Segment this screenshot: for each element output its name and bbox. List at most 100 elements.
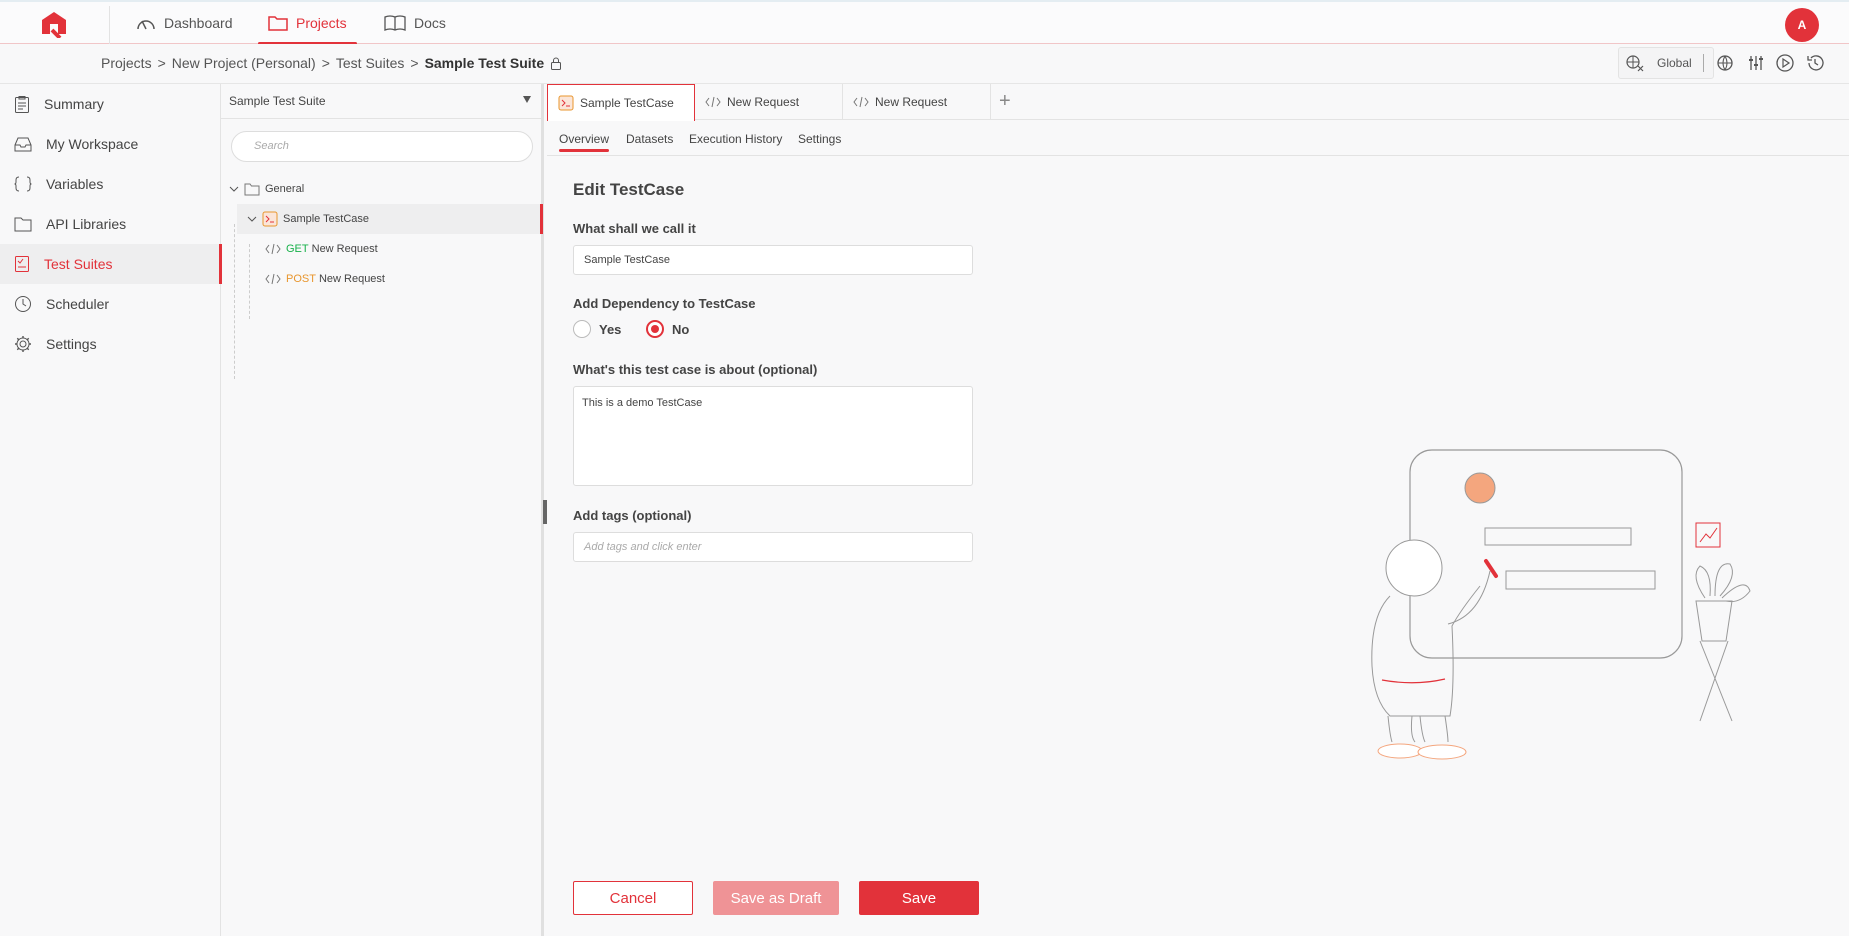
subtab-datasets[interactable]: Datasets xyxy=(626,132,673,146)
tab-label: New Request xyxy=(875,95,948,109)
braces-icon xyxy=(14,176,32,192)
play-icon[interactable] xyxy=(1775,53,1795,73)
description-textarea[interactable]: This is a demo TestCase xyxy=(573,386,973,486)
code-icon xyxy=(265,273,281,285)
sidebar-item-label: Variables xyxy=(46,176,104,192)
tags-label: Add tags (optional) xyxy=(573,508,692,523)
tree-testcase[interactable]: Sample TestCase xyxy=(247,209,369,229)
sidebar: Summary My Workspace Variables API Libra… xyxy=(0,84,222,936)
suite-selector[interactable]: Sample Test Suite xyxy=(221,84,541,119)
clipboard-icon xyxy=(15,96,29,113)
tree-guide xyxy=(249,244,250,319)
tree-folder-label: General xyxy=(265,183,305,195)
subtab-settings[interactable]: Settings xyxy=(798,132,841,146)
name-label: What shall we call it xyxy=(573,221,696,236)
app-logo-icon[interactable] xyxy=(38,10,70,38)
form-title: Edit TestCase xyxy=(573,180,685,199)
code-icon xyxy=(853,96,869,108)
breadcrumb-separator: > xyxy=(410,55,419,71)
tree-panel: Sample Test Suite Search General Sample … xyxy=(221,84,544,936)
history-icon[interactable] xyxy=(1805,53,1825,73)
sidebar-item-variables[interactable]: Variables xyxy=(0,164,221,204)
tab-bar: Sample TestCase New Request New Request … xyxy=(547,84,1849,121)
breadcrumb-projects[interactable]: Projects xyxy=(101,55,152,71)
tree-search-input[interactable]: Search xyxy=(231,131,533,162)
presentation-illustration xyxy=(1371,449,1751,760)
subtab-execution-history[interactable]: Execution History xyxy=(689,132,782,146)
inbox-icon xyxy=(14,137,32,152)
folder-icon xyxy=(14,217,32,232)
lock-icon xyxy=(551,57,562,70)
sidebar-item-test-suites[interactable]: Test Suites xyxy=(0,244,222,284)
request-method: GET xyxy=(286,243,309,255)
environment-label: Global xyxy=(1657,56,1692,70)
tree-folder-general[interactable]: General xyxy=(229,179,304,199)
checklist-icon xyxy=(15,256,29,272)
tab-new-request-2[interactable]: New Request xyxy=(843,84,991,120)
chevron-down-icon xyxy=(247,216,257,222)
testcase-icon xyxy=(262,211,278,227)
globe-settings-icon[interactable] xyxy=(1715,53,1735,73)
sidebar-item-label: My Workspace xyxy=(46,136,139,152)
radio-circle-selected xyxy=(646,320,664,338)
tab-new-request-1[interactable]: New Request xyxy=(695,84,843,120)
save-as-draft-button[interactable]: Save as Draft xyxy=(713,881,839,915)
sidebar-item-api-libraries[interactable]: API Libraries xyxy=(0,204,221,244)
breadcrumb: Projects > New Project (Personal) > Test… xyxy=(101,55,562,71)
breadcrumb-project[interactable]: New Project (Personal) xyxy=(172,55,316,71)
tab-label: Sample TestCase xyxy=(580,96,674,110)
radio-label: No xyxy=(672,321,690,337)
dependency-label: Add Dependency to TestCase xyxy=(573,296,756,311)
caret-down-icon xyxy=(523,96,531,103)
nav-dashboard[interactable]: Dashboard xyxy=(136,2,233,44)
nav-projects[interactable]: Projects xyxy=(258,2,357,45)
nav-docs-label: Docs xyxy=(414,15,446,31)
sidebar-item-scheduler[interactable]: Scheduler xyxy=(0,284,221,324)
save-button[interactable]: Save xyxy=(859,881,979,915)
nav-projects-label: Projects xyxy=(296,15,347,31)
subtab-overview[interactable]: Overview xyxy=(559,132,610,152)
dependency-no-radio[interactable]: No xyxy=(646,320,689,338)
tree-request-get[interactable]: GET New Request xyxy=(265,239,378,259)
breadcrumb-separator: > xyxy=(321,55,330,71)
nav-dashboard-label: Dashboard xyxy=(164,15,233,31)
tab-sample-testcase[interactable]: Sample TestCase xyxy=(547,84,695,121)
book-icon xyxy=(384,15,406,31)
sidebar-item-label: Test Suites xyxy=(44,256,113,272)
tree-guide xyxy=(234,224,235,379)
tab-label: New Request xyxy=(727,95,800,109)
folder-icon xyxy=(244,183,260,196)
name-input[interactable]: Sample TestCase xyxy=(573,245,973,275)
sidebar-item-label: Scheduler xyxy=(46,296,110,312)
sidebar-item-label: Settings xyxy=(46,336,97,352)
clock-icon xyxy=(15,296,31,312)
chevron-down-icon xyxy=(229,186,239,192)
sliders-icon[interactable] xyxy=(1746,53,1766,73)
tags-input[interactable]: Add tags and click enter xyxy=(573,532,973,562)
sidebar-item-label: API Libraries xyxy=(46,216,127,232)
toolbar-divider xyxy=(1703,54,1704,72)
sidebar-item-label: Summary xyxy=(44,96,104,112)
dependency-yes-radio[interactable]: Yes xyxy=(573,320,621,338)
code-icon xyxy=(705,96,721,108)
radio-circle xyxy=(573,320,591,338)
sidebar-item-summary[interactable]: Summary xyxy=(0,84,221,124)
add-tab-icon[interactable]: + xyxy=(999,90,1011,113)
tree-request-post[interactable]: POST New Request xyxy=(265,269,385,289)
sidebar-item-settings[interactable]: Settings xyxy=(0,324,221,364)
breadcrumb-separator: > xyxy=(157,55,166,71)
breadcrumb-bar: Projects > New Project (Personal) > Test… xyxy=(0,44,1849,84)
nav-docs[interactable]: Docs xyxy=(384,2,446,44)
suite-selector-value: Sample Test Suite xyxy=(229,94,326,108)
user-avatar[interactable]: A xyxy=(1785,8,1819,42)
environment-selector[interactable]: Global xyxy=(1618,47,1714,79)
testcase-icon xyxy=(558,95,574,111)
top-bar: Dashboard Projects Docs A xyxy=(0,0,1849,45)
breadcrumb-test-suites[interactable]: Test Suites xyxy=(336,55,404,71)
sidebar-item-my-workspace[interactable]: My Workspace xyxy=(0,124,221,164)
request-name: New Request xyxy=(311,243,378,255)
cancel-button[interactable]: Cancel xyxy=(573,881,693,915)
globe-x-icon xyxy=(1626,55,1644,72)
breadcrumb-current: Sample Test Suite xyxy=(424,55,545,71)
top-divider xyxy=(109,6,110,44)
